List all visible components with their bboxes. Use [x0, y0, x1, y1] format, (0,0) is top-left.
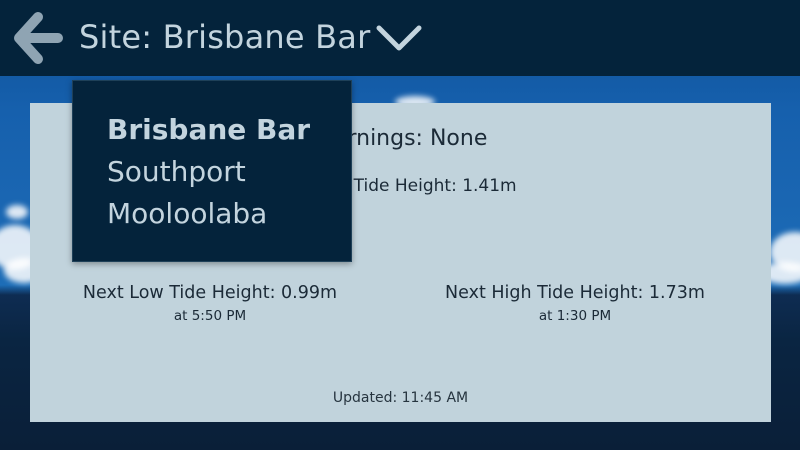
chevron-down-icon: [376, 25, 422, 51]
site-dropdown-menu: Brisbane Bar Southport Mooloolaba: [72, 80, 352, 262]
next-low-tide-height: Next Low Tide Height: 0.99m: [82, 283, 338, 303]
cloud: [6, 205, 28, 219]
next-low-tide-time: at 5:50 PM: [173, 308, 247, 324]
next-high-tide-time: at 1:30 PM: [538, 308, 612, 324]
site-dropdown-toggle[interactable]: [374, 22, 424, 56]
site-option-brisbane-bar[interactable]: Brisbane Bar: [107, 109, 351, 151]
back-arrow-icon: [14, 12, 63, 64]
back-button[interactable]: [12, 12, 64, 64]
next-high-tide: Next High Tide Height: 1.73m at 1:30 PM: [395, 283, 755, 324]
next-low-tide: Next Low Tide Height: 0.99m at 5:50 PM: [30, 283, 390, 324]
updated-timestamp: Updated: 11:45 AM: [332, 390, 469, 406]
site-option-southport[interactable]: Southport: [107, 151, 351, 193]
site-title: Site: Brisbane Bar: [79, 18, 371, 56]
app-header: Site: Brisbane Bar: [0, 0, 800, 76]
next-high-tide-height: Next High Tide Height: 1.73m: [445, 283, 705, 303]
site-option-mooloolaba[interactable]: Mooloolaba: [107, 193, 351, 235]
